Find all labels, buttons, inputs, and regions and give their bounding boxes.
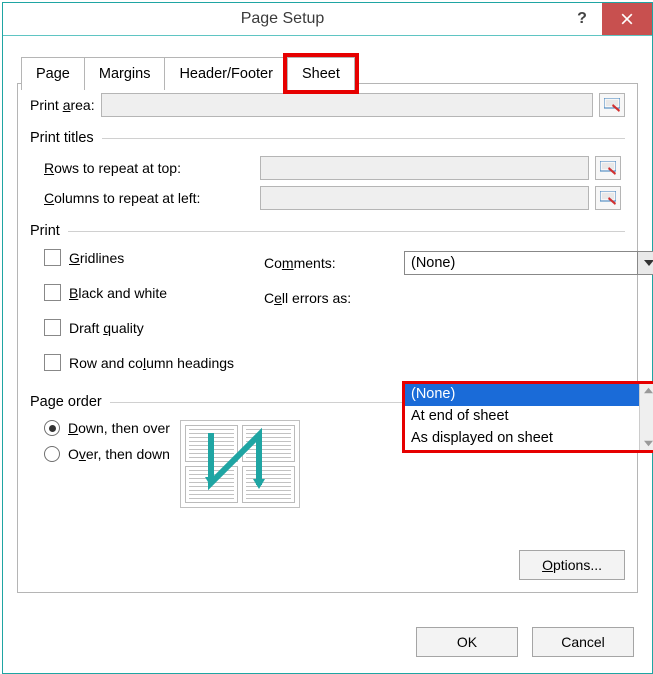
- page-order-arrow-icon: [181, 421, 291, 499]
- row-col-headings-checkbox[interactable]: [44, 354, 61, 371]
- chevron-down-icon: [637, 252, 653, 274]
- print-area-input[interactable]: [101, 93, 593, 117]
- rows-repeat-label: Rows to repeat at top:: [44, 160, 254, 176]
- comments-dropdown[interactable]: (None): [404, 251, 653, 275]
- group-print-titles: Print titles: [30, 130, 102, 146]
- collapse-dialog-icon: [600, 161, 616, 175]
- comments-label: Comments:: [264, 255, 404, 271]
- page-order-illustration: [180, 420, 300, 508]
- close-icon: [621, 13, 633, 25]
- options-button[interactable]: Options...: [519, 550, 625, 580]
- tab-bar: Page Margins Header/Footer Sheet: [17, 53, 638, 84]
- comments-option-end[interactable]: At end of sheet: [405, 406, 653, 428]
- cell-errors-label: Cell errors as:: [264, 290, 404, 306]
- black-white-checkbox[interactable]: [44, 284, 61, 301]
- comments-value: (None): [405, 255, 637, 271]
- sheet-panel: Print area: Print titles: [17, 83, 638, 593]
- listbox-scrollbar[interactable]: [639, 384, 653, 450]
- cols-repeat-input[interactable]: [260, 186, 589, 210]
- scroll-down-icon: [644, 440, 653, 447]
- row-col-headings-label: Row and column headings: [69, 355, 234, 371]
- titlebar: Page Setup ?: [3, 3, 652, 36]
- help-button[interactable]: ?: [562, 3, 602, 35]
- ok-button[interactable]: OK: [416, 627, 518, 657]
- rows-repeat-input[interactable]: [260, 156, 589, 180]
- collapse-dialog-icon: [600, 191, 616, 205]
- scroll-up-icon: [644, 387, 653, 394]
- tab-sheet[interactable]: Sheet: [287, 57, 355, 90]
- gridlines-checkbox[interactable]: [44, 249, 61, 266]
- down-then-over-label: Down, then over: [68, 420, 170, 436]
- comments-option-none[interactable]: (None): [405, 384, 653, 406]
- comments-option-displayed[interactable]: As displayed on sheet: [405, 428, 653, 450]
- comments-dropdown-list[interactable]: (None) At end of sheet As displayed on s…: [402, 381, 653, 453]
- over-then-down-radio[interactable]: [44, 446, 60, 462]
- over-then-down-label: Over, then down: [68, 446, 170, 462]
- black-white-label: Black and white: [69, 285, 167, 301]
- print-area-ref-button[interactable]: [599, 93, 625, 117]
- down-then-over-radio[interactable]: [44, 420, 60, 436]
- close-button[interactable]: [602, 3, 652, 35]
- rows-repeat-ref-button[interactable]: [595, 156, 621, 180]
- draft-checkbox[interactable]: [44, 319, 61, 336]
- cols-repeat-ref-button[interactable]: [595, 186, 621, 210]
- draft-label: Draft quality: [69, 320, 144, 336]
- group-page-order: Page order: [30, 394, 110, 410]
- collapse-dialog-icon: [604, 98, 620, 112]
- cols-repeat-label: Columns to repeat at left:: [44, 190, 254, 206]
- gridlines-label: Gridlines: [69, 250, 124, 266]
- window-title: Page Setup: [3, 10, 562, 28]
- page-setup-window: Page Setup ? Page Margins Header/Footer …: [2, 2, 653, 674]
- cancel-button[interactable]: Cancel: [532, 627, 634, 657]
- group-print: Print: [30, 223, 68, 239]
- print-area-label: Print area:: [30, 97, 95, 113]
